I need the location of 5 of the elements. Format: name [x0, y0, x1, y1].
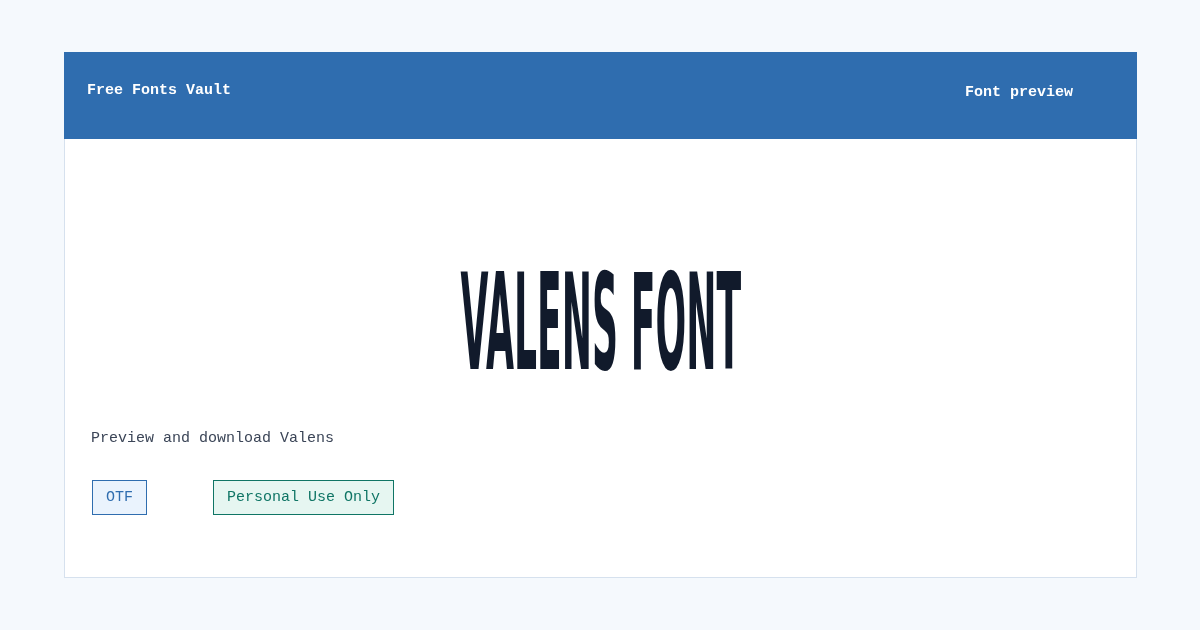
page-label: Font preview: [964, 84, 1073, 101]
license-tag: Personal Use Only: [213, 480, 395, 515]
site-name: Free Fonts Vault: [87, 82, 232, 99]
caption-text: Preview and download Valens: [91, 430, 335, 447]
format-tag: OTF: [92, 480, 147, 515]
